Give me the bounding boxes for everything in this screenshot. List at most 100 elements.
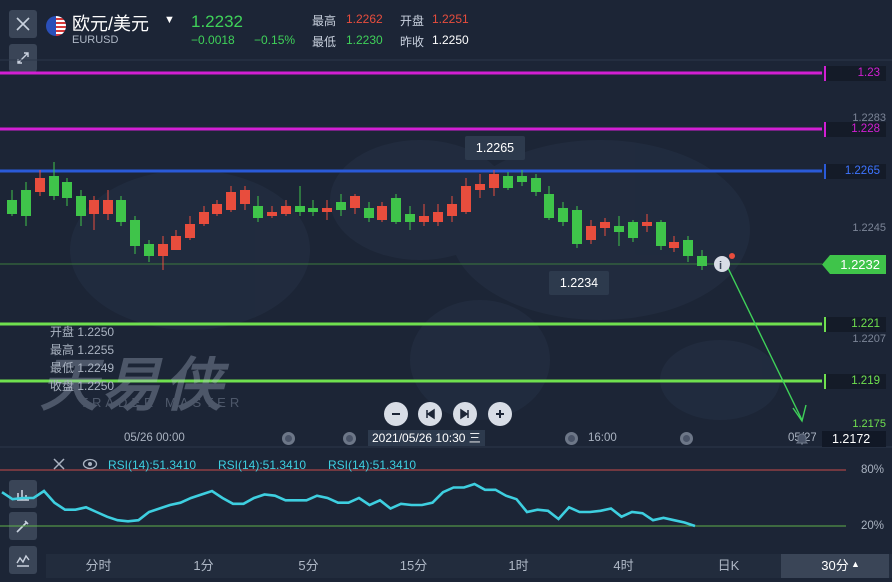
candle-body[interactable] — [281, 206, 291, 214]
tab-timeframe[interactable]: 5分 — [256, 554, 361, 578]
time-marker[interactable] — [343, 432, 356, 445]
price-line-label: 1.221 — [824, 317, 886, 332]
current-price-tag: 1.2232 — [822, 255, 886, 274]
candle-body[interactable] — [614, 226, 624, 232]
tab-timeframe[interactable]: 15分 — [361, 554, 466, 578]
rsi-label-1: RSI(14):51.3410 — [108, 458, 197, 472]
bell-icon[interactable] — [795, 432, 809, 446]
candle-body[interactable] — [419, 216, 429, 222]
candle-body[interactable] — [62, 182, 72, 198]
zoom-in-icon — [496, 410, 504, 418]
candle-body[interactable] — [212, 204, 222, 214]
rsi-label-2: RSI(14):51.3410 — [218, 458, 307, 472]
candle-body[interactable] — [628, 222, 638, 238]
time-marker[interactable] — [565, 432, 578, 445]
price-chart[interactable]: i — [0, 0, 892, 582]
candle-body[interactable] — [489, 174, 499, 188]
candle-body[interactable] — [350, 196, 360, 208]
candle-body[interactable] — [683, 240, 693, 256]
alert-dot — [729, 253, 735, 259]
candle-body[interactable] — [377, 206, 387, 220]
tab-timeframe[interactable]: 4时 — [571, 554, 676, 578]
candle-body[interactable] — [558, 208, 568, 222]
candle-body[interactable] — [158, 244, 168, 256]
tab-timeframe[interactable]: 1时 — [466, 554, 571, 578]
candle-body[interactable] — [226, 192, 236, 210]
ohlc-high: 最高 1.2255 — [50, 343, 115, 357]
candle-body[interactable] — [253, 206, 263, 218]
candle-body[interactable] — [461, 186, 471, 212]
candle-body[interactable] — [531, 178, 541, 192]
candle-body[interactable] — [572, 210, 582, 244]
trend-arrow-head — [792, 404, 807, 423]
candle-body[interactable] — [544, 194, 554, 218]
candle-body[interactable] — [697, 256, 707, 266]
price-line-label: 1.228 — [824, 122, 886, 137]
candle-body[interactable] — [171, 236, 181, 250]
tab-timeframe[interactable]: 1分 — [151, 554, 256, 578]
eye-icon[interactable] — [82, 457, 98, 471]
candle-body[interactable] — [144, 244, 154, 256]
rsi-upper-label: 80% — [860, 464, 884, 476]
candle-body[interactable] — [116, 200, 126, 222]
zoom-out-button[interactable] — [384, 402, 408, 426]
candle-body[interactable] — [49, 176, 59, 196]
time-marker[interactable] — [282, 432, 295, 445]
axis-tick-4: 1.2175 — [852, 418, 886, 430]
candle-body[interactable] — [433, 212, 443, 222]
rsi-label-3: RSI(14):51.3410 — [328, 458, 417, 472]
candle-body[interactable] — [642, 222, 652, 226]
world-map-background — [70, 140, 780, 420]
zoom-out-icon — [392, 413, 400, 415]
candle-body[interactable] — [669, 242, 679, 248]
prev-icon — [426, 408, 435, 420]
axis-tick-1: 1.2283 — [852, 112, 886, 124]
close-indicator-icon[interactable] — [52, 457, 66, 471]
axis-tick-2: 1.2245 — [852, 222, 886, 234]
ohlc-close: 收盘 1.2250 — [50, 379, 115, 393]
candle-body[interactable] — [35, 178, 45, 192]
candle-body[interactable] — [405, 214, 415, 222]
candle-body[interactable] — [503, 176, 513, 188]
ohlc-low: 最低 1.2249 — [50, 361, 115, 375]
rsi-lower-label: 20% — [860, 520, 884, 532]
candle-body[interactable] — [656, 222, 666, 246]
candle-body[interactable] — [240, 190, 250, 204]
tab-timeframe-active[interactable]: 30分 — [781, 554, 889, 578]
candle-body[interactable] — [475, 184, 485, 190]
candle-body[interactable] — [517, 176, 527, 182]
candle-body[interactable] — [7, 200, 17, 214]
candle-body[interactable] — [364, 208, 374, 218]
candle-body[interactable] — [267, 212, 277, 216]
candle-body[interactable] — [199, 212, 209, 224]
candle-body[interactable] — [130, 220, 140, 246]
candle-body[interactable] — [89, 200, 99, 214]
candle-body[interactable] — [391, 198, 401, 222]
info-icon-glyph: i — [719, 260, 722, 272]
crosshair-price: 1.2172 — [822, 431, 886, 447]
zoom-in-button[interactable] — [488, 402, 512, 426]
next-icon — [460, 408, 469, 420]
candle-body[interactable] — [336, 202, 346, 210]
high-tooltip: 1.2265 — [465, 136, 525, 160]
candle-body[interactable] — [185, 224, 195, 238]
tab-caret-icon: ▲ — [851, 559, 860, 569]
candle-body[interactable] — [295, 206, 305, 212]
candle-body[interactable] — [600, 222, 610, 228]
candle-body[interactable] — [322, 208, 332, 212]
candle-body[interactable] — [103, 200, 113, 214]
tab-timeframe[interactable]: 日K — [676, 554, 781, 578]
crosshair-time: 2021/05/26 10:30 三 — [368, 430, 485, 446]
next-button[interactable] — [453, 402, 477, 426]
price-line-label: 1.219 — [824, 374, 886, 389]
price-line-label: 1.2265 — [824, 164, 886, 179]
candle-body[interactable] — [76, 196, 86, 216]
candle-body[interactable] — [586, 226, 596, 240]
time-marker[interactable] — [680, 432, 693, 445]
prev-button[interactable] — [418, 402, 442, 426]
tab-timeframe[interactable]: 分时 — [46, 554, 151, 578]
candle-body[interactable] — [447, 204, 457, 216]
candle-body[interactable] — [308, 208, 318, 212]
candle-body[interactable] — [21, 190, 31, 216]
time-label-mid: 16:00 — [588, 432, 617, 444]
